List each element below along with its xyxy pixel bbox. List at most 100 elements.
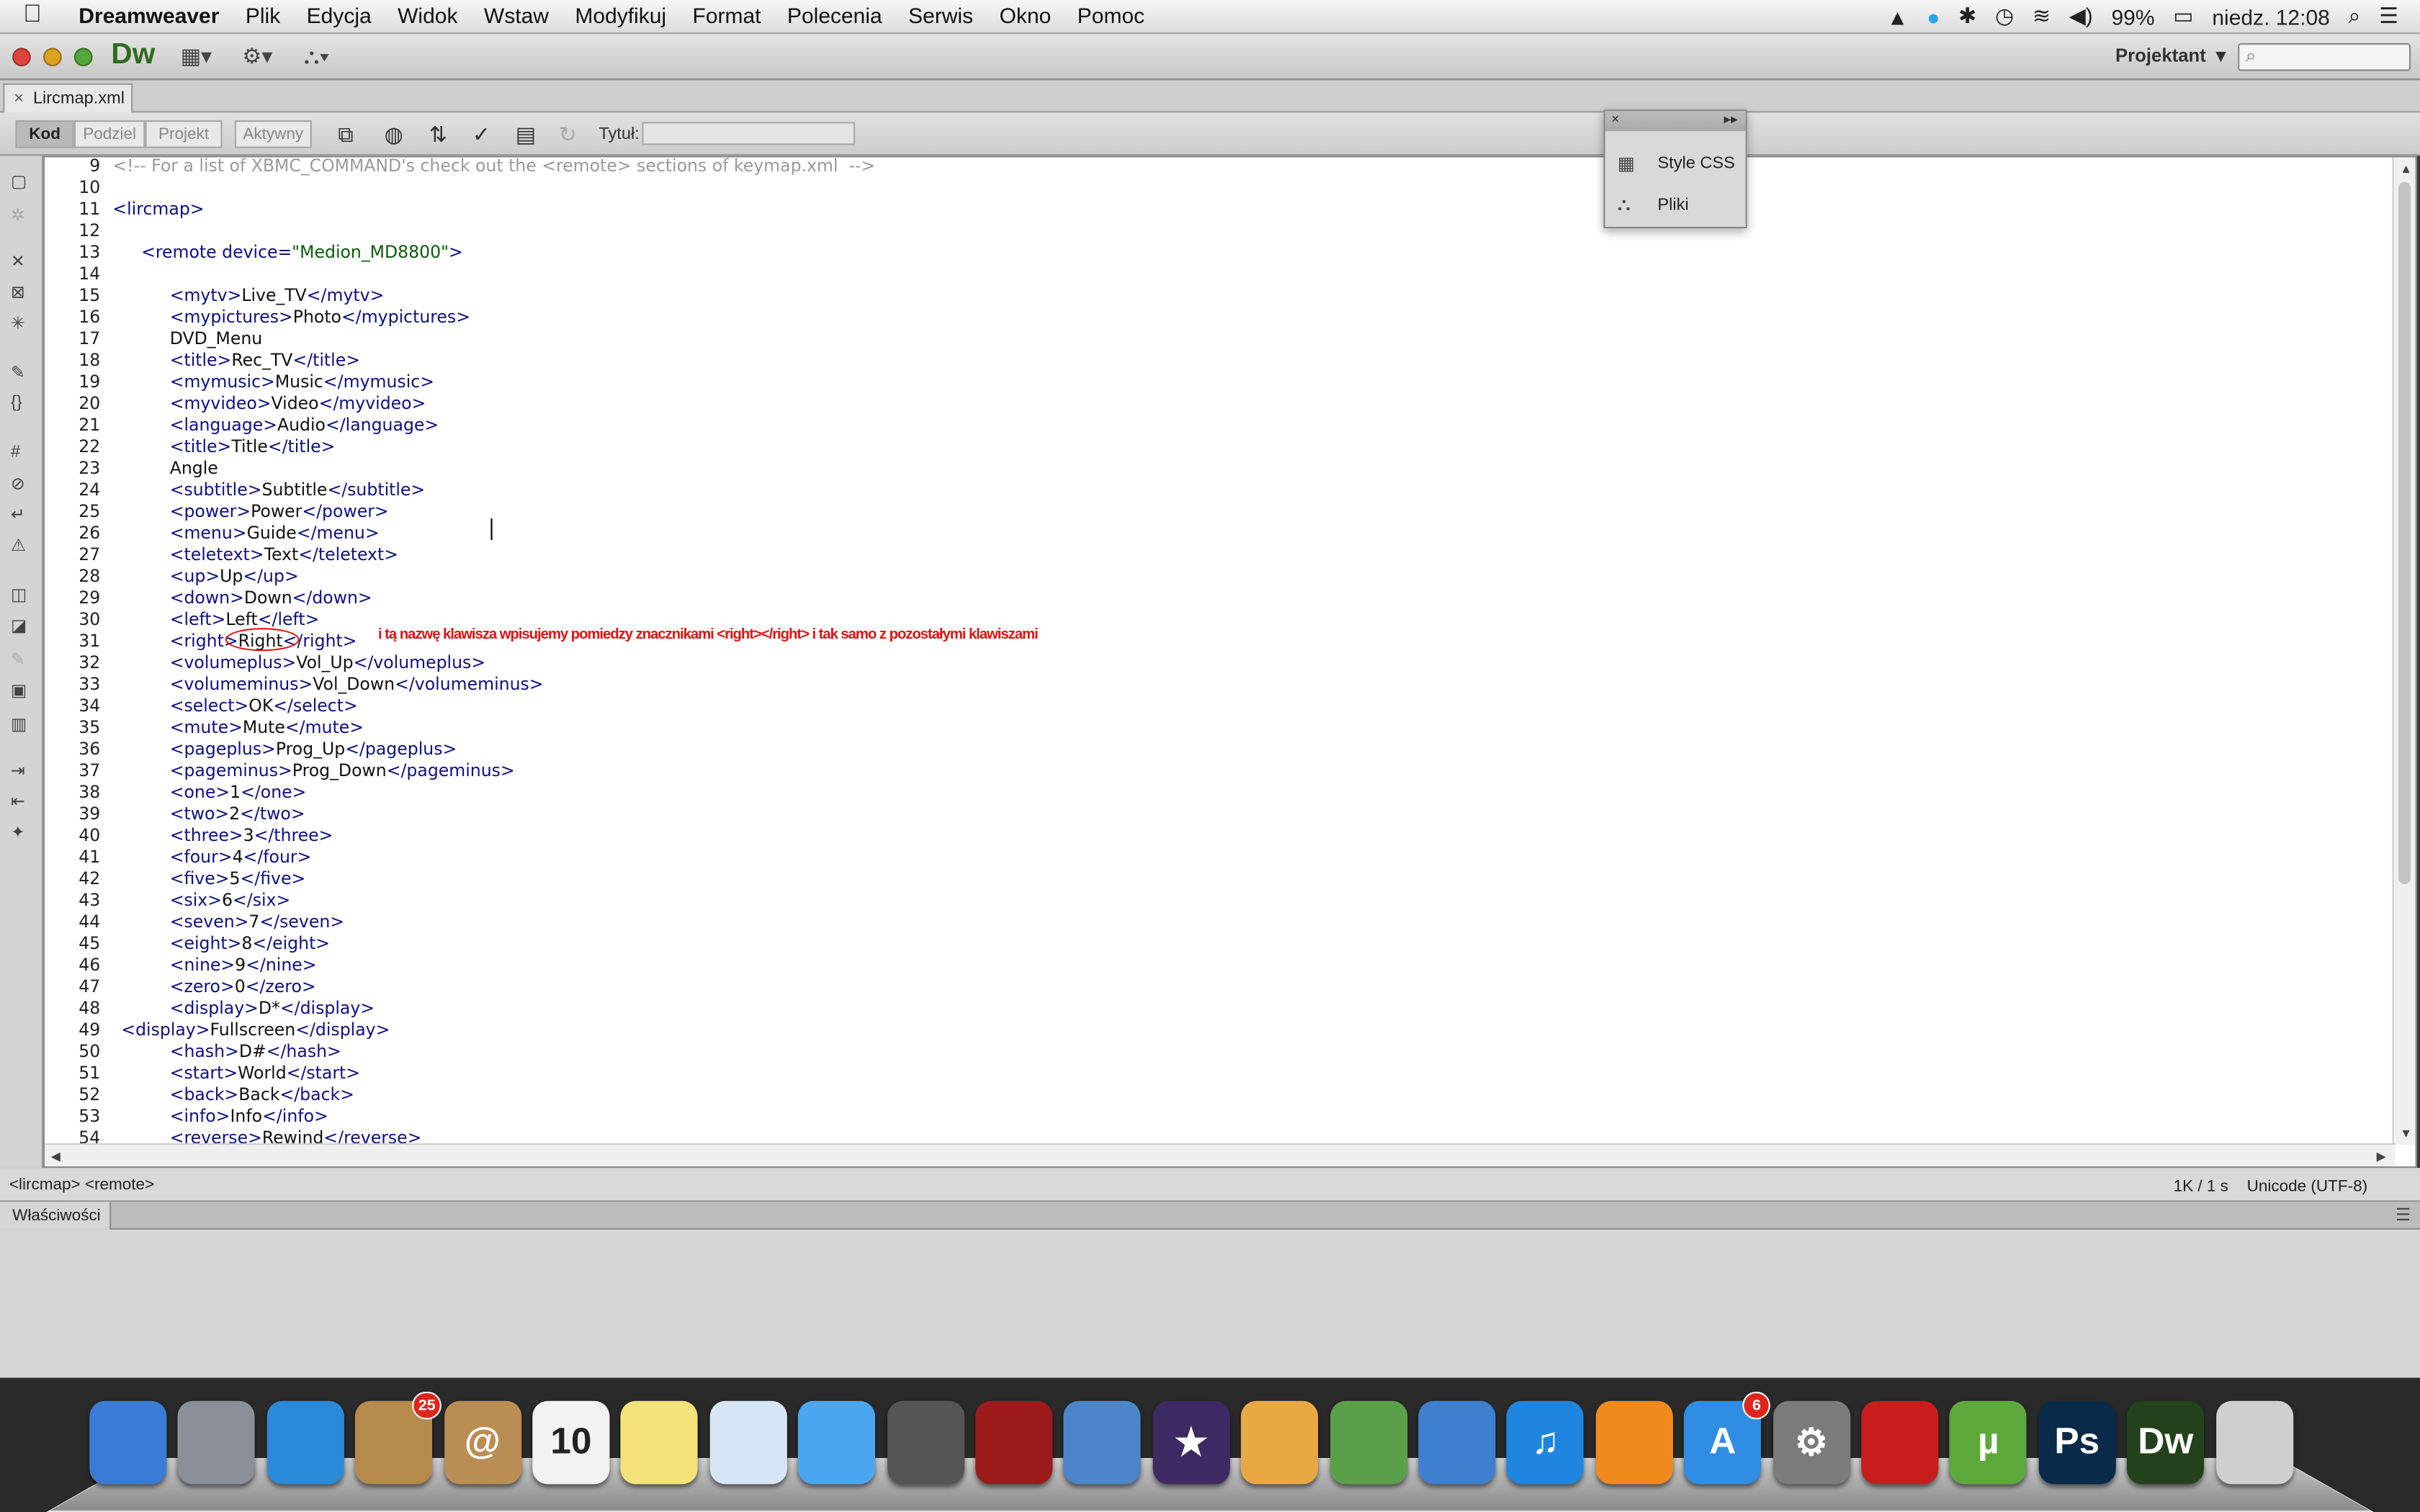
- select-parent-tag-icon[interactable]: ✎: [11, 363, 25, 383]
- scroll-right-icon[interactable]: ▶: [2377, 1149, 2386, 1163]
- recent-snippets-icon[interactable]: ▣: [11, 680, 27, 701]
- photoshop-icon[interactable]: Ps: [2038, 1400, 2116, 1485]
- close-window-button[interactable]: [12, 48, 31, 67]
- apply-comment-icon[interactable]: ◫: [11, 585, 27, 605]
- finder-icon[interactable]: [89, 1400, 167, 1485]
- spotlight-icon[interactable]: ⌕: [2349, 3, 2361, 29]
- wrap-tag-icon[interactable]: ✎: [11, 649, 25, 670]
- open-documents-icon[interactable]: ▢: [11, 171, 27, 192]
- close-tab-icon[interactable]: ×: [14, 89, 24, 108]
- syntax-error-alerts-icon[interactable]: ⚠: [11, 536, 26, 556]
- contacts-icon[interactable]: @: [444, 1400, 521, 1485]
- code-editor[interactable]: 9 10 11 12 13 14 15 16 17 18 19 20 21 22 23 24 25 26 27 28 2…: [43, 156, 2417, 1169]
- clock[interactable]: niedz. 12:08: [2212, 4, 2329, 28]
- vertical-scrollbar[interactable]: ▲ ▼: [2392, 157, 2416, 1146]
- dreamweaver-icon[interactable]: Dw: [2127, 1400, 2205, 1485]
- live-view-button[interactable]: Aktywny: [234, 120, 312, 148]
- collapse-selection-icon[interactable]: ⊠: [11, 282, 25, 302]
- expand-all-icon[interactable]: ✳: [11, 313, 25, 333]
- keynote-icon[interactable]: [1418, 1400, 1496, 1485]
- files-panel-button[interactable]: ⛬ Pliki: [1618, 193, 1689, 216]
- photobooth-icon[interactable]: [975, 1400, 1053, 1485]
- skype-icon[interactable]: ●: [1927, 4, 1940, 28]
- launchpad-icon[interactable]: [178, 1400, 256, 1485]
- scroll-left-icon[interactable]: ◀: [51, 1149, 60, 1163]
- refresh-icon[interactable]: ↻: [559, 122, 577, 148]
- notes-icon[interactable]: [621, 1400, 699, 1485]
- utorrent-icon[interactable]: µ: [1950, 1400, 2027, 1485]
- system-prefs-icon[interactable]: ⚙: [1773, 1400, 1850, 1485]
- drive-icon[interactable]: ▲: [1887, 4, 1909, 28]
- expand-panel-icon[interactable]: ▸▸: [1724, 111, 1737, 128]
- iphoto-icon[interactable]: [1064, 1400, 1142, 1485]
- imovie-icon[interactable]: ★: [1152, 1400, 1230, 1485]
- scroll-up-icon[interactable]: ▲: [2400, 162, 2412, 176]
- menu-format[interactable]: Format: [693, 3, 761, 27]
- remove-comment-icon[interactable]: ◪: [11, 616, 27, 636]
- menu-plik[interactable]: Plik: [246, 3, 280, 27]
- word-wrap-icon[interactable]: ↵: [11, 505, 25, 525]
- highlight-invalid-code-icon[interactable]: ⊘: [11, 474, 25, 494]
- w3c-validation-icon[interactable]: ✓: [472, 122, 490, 148]
- menu-dreamweaver[interactable]: Dreamweaver: [79, 3, 219, 27]
- panel-title-bar[interactable]: × ▸▸: [1605, 111, 1746, 132]
- visual-aids-icon[interactable]: ▤: [516, 122, 536, 148]
- workspace-switcher[interactable]: Projektant ▾: [2115, 45, 2226, 66]
- notification-center-icon[interactable]: ☰: [2379, 3, 2398, 29]
- indent-code-icon[interactable]: ⇥: [11, 760, 25, 781]
- tag-selector[interactable]: <lircmap> <remote>: [9, 1176, 154, 1194]
- vertical-scroll-thumb[interactable]: [2398, 181, 2411, 884]
- layout-menu-icon[interactable]: ▦▾: [181, 43, 212, 69]
- menu-widok[interactable]: Widok: [398, 3, 457, 27]
- properties-tab[interactable]: Właściwości: [0, 1202, 112, 1230]
- appstore-icon[interactable]: A6: [1684, 1391, 1771, 1485]
- menu-okno[interactable]: Okno: [1000, 3, 1052, 27]
- balance-braces-icon[interactable]: {}: [11, 393, 22, 412]
- horizontal-scrollbar[interactable]: ◀ ▶: [45, 1143, 2396, 1166]
- minimize-window-button[interactable]: [43, 48, 62, 67]
- multiscreen-icon[interactable]: ⧉: [338, 122, 353, 148]
- close-panel-icon[interactable]: ×: [1611, 111, 1619, 126]
- format-source-icon[interactable]: ✦: [11, 822, 25, 842]
- zoom-window-button[interactable]: [73, 48, 93, 67]
- panel-options-icon[interactable]: ☰: [2396, 1205, 2411, 1225]
- menu-pomoc[interactable]: Pomoc: [1077, 3, 1144, 27]
- split-view-button[interactable]: Podziel: [73, 120, 145, 148]
- line-numbers-icon[interactable]: #: [11, 443, 20, 462]
- mail-icon[interactable]: 25: [355, 1391, 442, 1485]
- menu-wstaw[interactable]: Wstaw: [484, 3, 549, 27]
- numbers-icon[interactable]: [1330, 1400, 1407, 1485]
- volume-icon[interactable]: ◀): [2069, 3, 2093, 29]
- document-tab[interactable]: × Lircmap.xml: [3, 83, 133, 113]
- site-menu-icon[interactable]: ⛬▾: [304, 43, 330, 69]
- calendar-icon[interactable]: 10: [532, 1400, 610, 1485]
- move-css-icon[interactable]: ▥: [11, 714, 27, 734]
- scroll-down-icon[interactable]: ▼: [2400, 1126, 2412, 1140]
- safari-icon[interactable]: [266, 1400, 344, 1485]
- facetime-icon[interactable]: [887, 1400, 964, 1485]
- battery-icon[interactable]: ▭: [2173, 3, 2193, 29]
- acrobat-icon[interactable]: [1861, 1400, 1939, 1485]
- messages-icon[interactable]: [798, 1400, 876, 1485]
- collapse-full-tag-icon[interactable]: ✕: [11, 251, 25, 271]
- file-management-icon[interactable]: ⇅: [429, 122, 447, 148]
- menu-modyfikuj[interactable]: Modyfikuj: [575, 3, 666, 27]
- battery-percent[interactable]: 99%: [2111, 4, 2154, 28]
- menu-polecenia[interactable]: Polecenia: [787, 3, 882, 27]
- preview-browser-icon[interactable]: ◍: [385, 122, 403, 148]
- menu-edycja[interactable]: Edycja: [307, 3, 372, 27]
- itunes-icon[interactable]: ♫: [1507, 1400, 1585, 1485]
- code-view-button[interactable]: Kod: [15, 120, 74, 148]
- menu-serwis[interactable]: Serwis: [908, 3, 973, 27]
- ibooks-icon[interactable]: [1595, 1400, 1673, 1485]
- bluetooth-icon[interactable]: ✱: [1958, 3, 1976, 29]
- outdent-code-icon[interactable]: ⇤: [11, 791, 25, 811]
- css-styles-panel-button[interactable]: ▦ Style CSS: [1618, 153, 1735, 174]
- design-view-button[interactable]: Projekt: [145, 120, 223, 148]
- apple-menu-icon[interactable]: : [23, 1, 42, 30]
- show-code-navigator-icon[interactable]: ✲: [11, 205, 25, 225]
- pages-icon[interactable]: [1241, 1400, 1319, 1485]
- help-search-input[interactable]: ⌕: [2238, 43, 2411, 71]
- extend-menu-icon[interactable]: ⚙▾: [242, 43, 272, 69]
- time-machine-icon[interactable]: ◷: [1995, 3, 2014, 29]
